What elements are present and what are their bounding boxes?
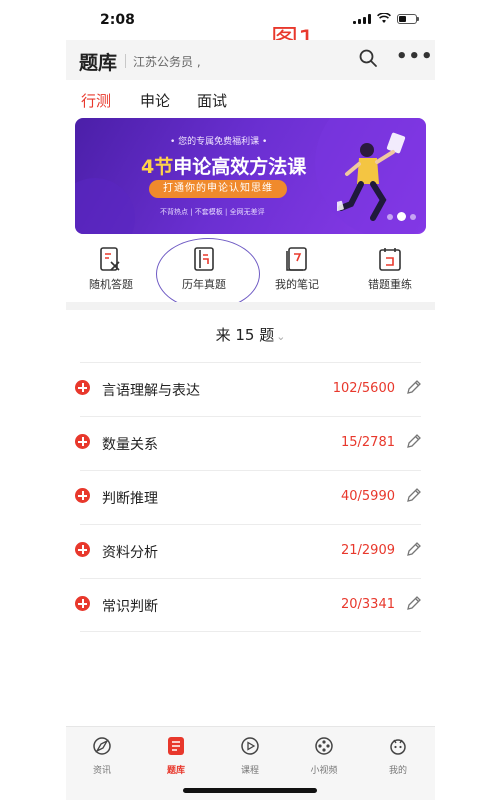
practice-count-selector[interactable]: 来 15 题 ⌄ (66, 324, 435, 345)
action-label: 我的笔记 (275, 278, 319, 291)
action-notes[interactable]: 我的笔记 (257, 246, 337, 292)
more-icon[interactable]: ••• (396, 46, 434, 67)
search-icon[interactable] (358, 48, 378, 68)
tab-shenlun[interactable]: 申论 (140, 90, 170, 111)
nav-courses[interactable]: 课程 (220, 735, 280, 776)
action-label: 随机答题 (89, 278, 133, 291)
expand-plus-icon[interactable] (75, 542, 90, 557)
category-row[interactable]: 常识判断 20/3341 (66, 578, 435, 632)
category-name: 常识判断 (102, 599, 158, 615)
category-name: 言语理解与表达 (102, 383, 200, 399)
notes-icon (286, 247, 307, 271)
short-video-icon (315, 737, 333, 755)
category-name: 资料分析 (102, 545, 158, 561)
pencil-icon[interactable] (405, 486, 423, 504)
chevron-down-icon: ⌄ (276, 330, 286, 343)
status-bar: 2:08 (66, 0, 435, 40)
tab-interview[interactable]: 面试 (197, 90, 227, 111)
banner-headline-rest: 申论高效方法课 (173, 156, 307, 178)
wifi-icon (377, 13, 391, 23)
course-play-icon (241, 737, 259, 755)
status-time: 2:08 (100, 12, 135, 28)
category-row[interactable]: 言语理解与表达 102/5600 (66, 362, 435, 416)
category-progress: 40/5990 (340, 489, 395, 504)
home-indicator[interactable] (183, 788, 317, 793)
promo-banner[interactable]: • 您的专属免费福利课 • 4节申论高效方法课 打通你的申论认知思维 不背热点 … (75, 118, 426, 234)
action-random-quiz[interactable]: 随机答题 (71, 246, 151, 292)
app-screen: 2:08 图1 题库 江苏公务员 , ••• 行测 申论 面试 (66, 0, 435, 800)
pencil-icon[interactable] (405, 540, 423, 558)
nav-question-bank[interactable]: 题库 (146, 735, 206, 776)
top-header: 题库 江苏公务员 , ••• (66, 40, 435, 80)
annotation-circle (156, 238, 260, 310)
pencil-icon[interactable] (405, 432, 423, 450)
wrong-questions-icon (379, 248, 401, 271)
header-divider (125, 54, 126, 68)
category-progress: 20/3341 (340, 597, 395, 612)
subject-tabs: 行测 申论 面试 (66, 80, 435, 118)
category-row[interactable]: 数量关系 15/2781 (66, 416, 435, 470)
action-wrong-questions[interactable]: 错题重练 (350, 246, 430, 292)
category-name: 数量关系 (102, 437, 158, 453)
cellular-signal-icon (353, 13, 371, 24)
nav-label: 资讯 (92, 766, 111, 776)
profile-icon (390, 739, 406, 755)
action-label: 错题重练 (368, 278, 412, 291)
exam-selector[interactable]: 江苏公务员 , (133, 53, 201, 70)
banner-decoration (75, 178, 135, 234)
carousel-dot-active (397, 212, 406, 221)
banner-headline-accent: 4节 (141, 156, 174, 178)
category-row[interactable]: 资料分析 21/2909 (66, 524, 435, 578)
carousel-dot (410, 213, 416, 220)
carousel-dot (387, 213, 393, 220)
expand-plus-icon[interactable] (75, 488, 90, 503)
battery-icon (397, 13, 419, 24)
pencil-icon[interactable] (405, 378, 423, 396)
random-quiz-icon (100, 247, 120, 271)
nav-short-video[interactable]: 小视频 (294, 735, 354, 776)
news-icon (93, 737, 111, 755)
category-progress: 21/2909 (340, 543, 395, 558)
status-icons (353, 13, 419, 24)
tab-xingce[interactable]: 行测 (81, 90, 111, 111)
expand-plus-icon[interactable] (75, 380, 90, 395)
banner-pill: 打通你的申论认知思维 (149, 180, 287, 198)
nav-label: 小视频 (310, 766, 338, 776)
pencil-icon[interactable] (405, 594, 423, 612)
nav-news[interactable]: 资讯 (72, 735, 132, 776)
nav-label: 我的 (388, 766, 407, 776)
question-bank-icon (168, 737, 184, 755)
page-title: 题库 (79, 52, 118, 74)
list-divider (80, 631, 421, 632)
banner-tagline: 不背热点 | 不套模板 | 全网无差评 (160, 208, 265, 216)
category-row[interactable]: 判断推理 40/5990 (66, 470, 435, 524)
category-progress: 102/5600 (332, 381, 395, 396)
category-name: 判断推理 (102, 491, 158, 507)
expand-plus-icon[interactable] (75, 596, 90, 611)
nav-label: 课程 (240, 766, 259, 776)
section-divider (66, 302, 435, 310)
banner-subtitle: • 您的专属免费福利课 • (170, 137, 268, 147)
practice-count-label: 来 15 题 (215, 326, 275, 344)
nav-label: 题库 (166, 766, 185, 776)
nav-profile[interactable]: 我的 (368, 735, 428, 776)
carousel-indicator (387, 212, 416, 221)
category-progress: 15/2781 (340, 435, 395, 450)
expand-plus-icon[interactable] (75, 434, 90, 449)
banner-headline: 4节申论高效方法课 (141, 152, 306, 179)
